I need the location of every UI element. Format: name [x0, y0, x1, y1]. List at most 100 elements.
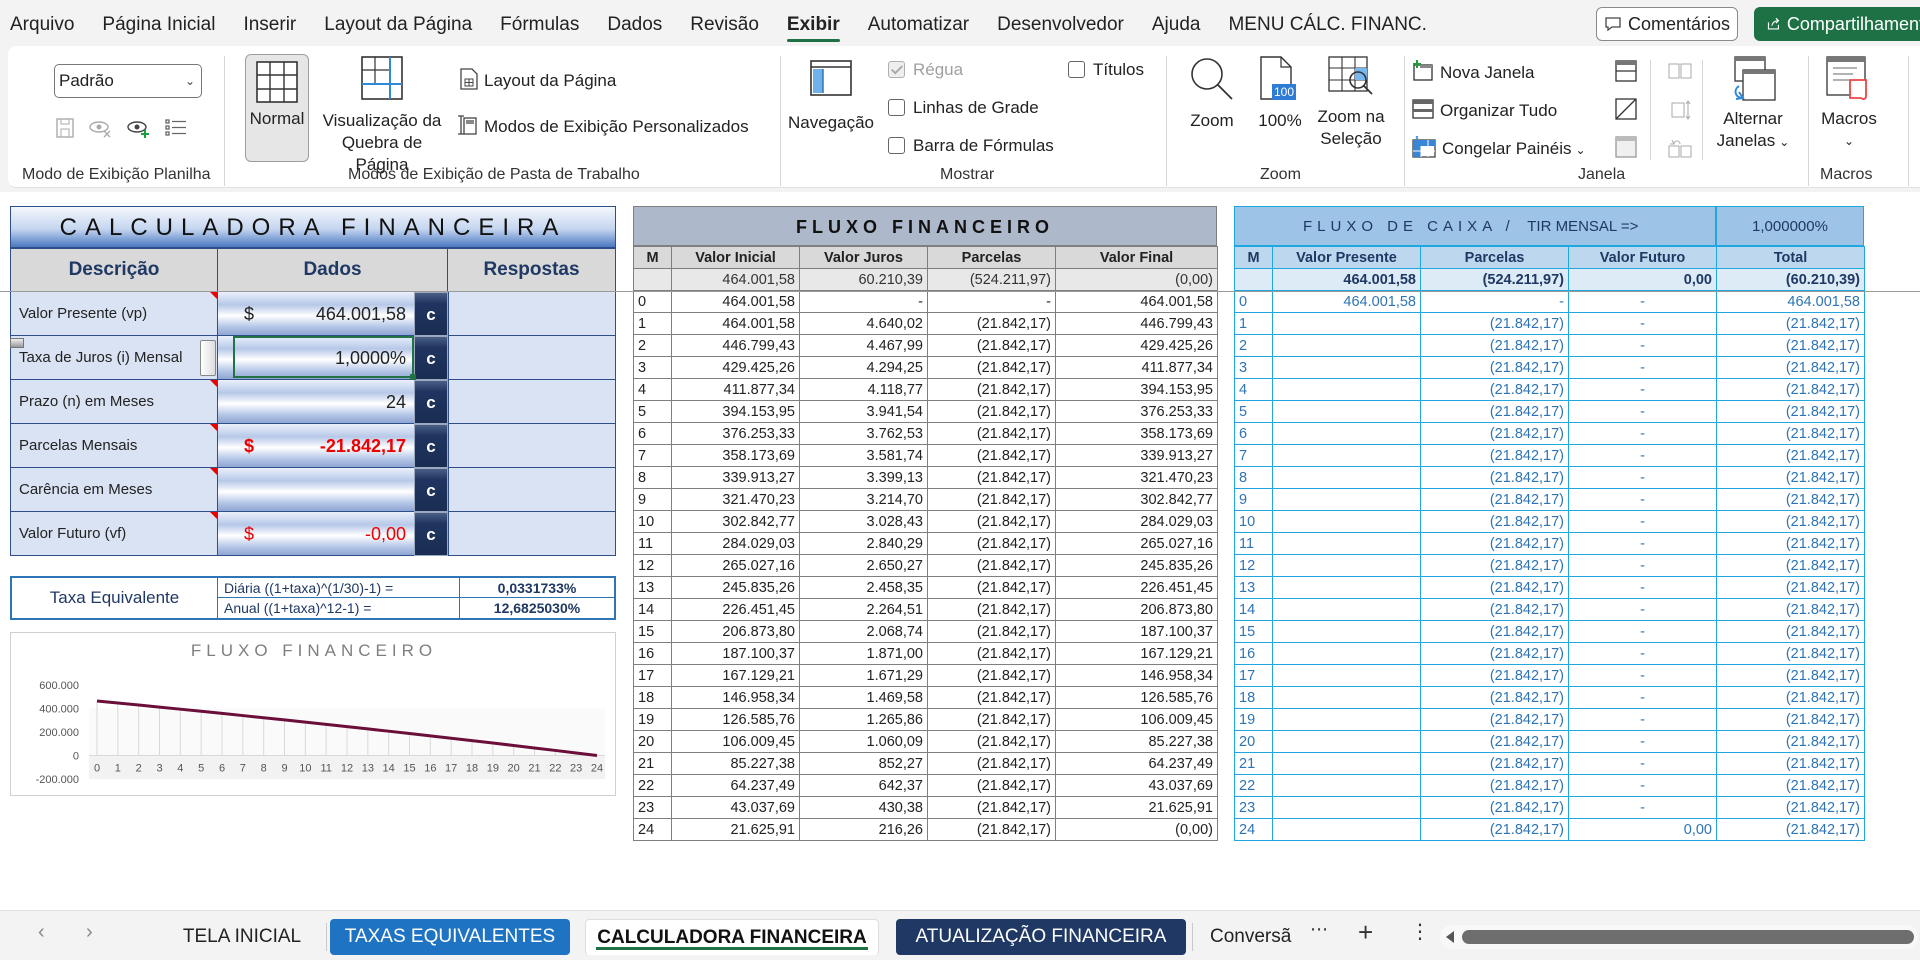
- table-cell[interactable]: 12: [1234, 554, 1273, 577]
- answer-cell[interactable]: [448, 292, 616, 336]
- table-cell[interactable]: 1: [1234, 312, 1273, 335]
- table-cell[interactable]: (21.842,17): [927, 730, 1056, 753]
- table-cell[interactable]: 22: [1234, 774, 1273, 797]
- table-cell[interactable]: 245.835,26: [671, 576, 800, 599]
- table-cell[interactable]: (21.842,17): [927, 488, 1056, 511]
- table-cell[interactable]: (21.842,17): [1420, 488, 1569, 511]
- table-cell[interactable]: [1272, 510, 1421, 533]
- table-cell[interactable]: (21.842,17): [927, 576, 1056, 599]
- table-cell[interactable]: [1272, 642, 1421, 665]
- table-cell[interactable]: 11: [1234, 532, 1273, 555]
- table-cell[interactable]: 0: [633, 290, 672, 313]
- table-cell[interactable]: 167.129,21: [671, 664, 800, 687]
- table-cell[interactable]: 2.068,74: [799, 620, 928, 643]
- zoom-selection-button[interactable]: Zoom na Seleção: [1310, 56, 1392, 150]
- menu-exibir[interactable]: Exibir: [773, 0, 854, 48]
- table-cell[interactable]: 15: [633, 620, 672, 643]
- table-cell[interactable]: 4: [633, 378, 672, 401]
- table-cell[interactable]: 167.129,21: [1055, 642, 1218, 665]
- table-cell[interactable]: [1272, 444, 1421, 467]
- answer-cell[interactable]: [448, 336, 616, 380]
- table-cell[interactable]: (21.842,17): [927, 796, 1056, 819]
- split-icon[interactable]: [1614, 60, 1638, 82]
- table-cell[interactable]: (21.842,17): [1420, 510, 1569, 533]
- table-cell[interactable]: 13: [1234, 576, 1273, 599]
- menu-dados[interactable]: Dados: [593, 0, 676, 48]
- table-cell[interactable]: (21.842,17): [1716, 488, 1865, 511]
- table-cell[interactable]: 43.037,69: [671, 796, 800, 819]
- horizontal-scrollbar[interactable]: [1440, 925, 1918, 949]
- calc-row-input[interactable]: [218, 468, 414, 512]
- table-cell[interactable]: 284.029,03: [1055, 510, 1218, 533]
- menu-formulas[interactable]: Fórmulas: [486, 0, 593, 48]
- table-cell[interactable]: -: [1568, 400, 1717, 423]
- menu-inserir[interactable]: Inserir: [229, 0, 310, 48]
- table-cell[interactable]: -: [1568, 334, 1717, 357]
- table-cell[interactable]: -: [1568, 686, 1717, 709]
- table-cell[interactable]: 126.585,76: [1055, 686, 1218, 709]
- column-header[interactable]: Parcelas: [1420, 246, 1569, 269]
- table-cell[interactable]: (21.842,17): [1716, 378, 1865, 401]
- table-cell[interactable]: (21.842,17): [927, 400, 1056, 423]
- table-cell[interactable]: 226.451,45: [671, 598, 800, 621]
- table-cell[interactable]: (21.842,17): [1716, 598, 1865, 621]
- table-cell[interactable]: 321.470,23: [671, 488, 800, 511]
- table-cell[interactable]: 446.799,43: [1055, 312, 1218, 335]
- table-cell[interactable]: [1272, 730, 1421, 753]
- table-cell[interactable]: (21.842,17): [927, 466, 1056, 489]
- table-cell[interactable]: [1272, 400, 1421, 423]
- table-cell[interactable]: (21.842,17): [1716, 818, 1865, 841]
- calculate-button[interactable]: c: [414, 336, 448, 380]
- table-cell[interactable]: (524.211,97): [927, 268, 1056, 291]
- table-cell[interactable]: 187.100,37: [1055, 620, 1218, 643]
- table-cell[interactable]: (21.842,17): [1420, 532, 1569, 555]
- table-cell[interactable]: (21.842,17): [927, 598, 1056, 621]
- table-cell[interactable]: 3: [1234, 356, 1273, 379]
- answer-cell[interactable]: [448, 468, 616, 512]
- table-cell[interactable]: (21.842,17): [1420, 730, 1569, 753]
- table-cell[interactable]: 16: [633, 642, 672, 665]
- selected-cell[interactable]: [233, 336, 414, 378]
- save-view-icon[interactable]: [54, 116, 78, 140]
- table-cell[interactable]: 15: [1234, 620, 1273, 643]
- table-cell[interactable]: (21.842,17): [1420, 422, 1569, 445]
- navigation-button[interactable]: Navegação: [786, 60, 876, 134]
- table-cell[interactable]: -: [1568, 378, 1717, 401]
- calculate-button[interactable]: c: [414, 380, 448, 424]
- table-cell[interactable]: 206.873,80: [1055, 598, 1218, 621]
- fluxo-chart[interactable]: 600.000 400.000 200.000 0 -200.000 0 1 2 3 4 5 6 7 8 9…: [10, 632, 616, 796]
- table-cell[interactable]: 3.581,74: [799, 444, 928, 467]
- table-cell[interactable]: 464.001,58: [671, 268, 800, 291]
- gridlines-checkbox[interactable]: Linhas de Grade: [888, 98, 1039, 118]
- formula-bar-checkbox[interactable]: Barra de Fórmulas: [888, 136, 1054, 156]
- table-cell[interactable]: -: [1420, 290, 1569, 313]
- table-cell[interactable]: 3.941,54: [799, 400, 928, 423]
- table-cell[interactable]: 23: [1234, 796, 1273, 819]
- menu-ajuda[interactable]: Ajuda: [1138, 0, 1215, 48]
- table-cell[interactable]: (21.842,17): [927, 752, 1056, 775]
- table-cell[interactable]: 1.265,86: [799, 708, 928, 731]
- table-cell[interactable]: 187.100,37: [671, 642, 800, 665]
- table-cell[interactable]: -: [1568, 422, 1717, 445]
- table-cell[interactable]: (21.842,17): [1420, 576, 1569, 599]
- table-cell[interactable]: (21.842,17): [1716, 532, 1865, 555]
- table-cell[interactable]: 446.799,43: [671, 334, 800, 357]
- table-cell[interactable]: [1272, 312, 1421, 335]
- table-cell[interactable]: (0,00): [1055, 268, 1218, 291]
- table-cell[interactable]: [1272, 818, 1421, 841]
- calc-row-input[interactable]: $464.001,58: [218, 292, 414, 336]
- table-cell[interactable]: 3: [633, 356, 672, 379]
- table-cell[interactable]: 12: [633, 554, 672, 577]
- table-cell[interactable]: (21.842,17): [1420, 642, 1569, 665]
- calc-row-input[interactable]: 24: [218, 380, 414, 424]
- column-header[interactable]: Valor Futuro: [1568, 246, 1717, 269]
- table-cell[interactable]: [1272, 488, 1421, 511]
- table-cell[interactable]: (21.842,17): [1420, 708, 1569, 731]
- column-header[interactable]: Valor Inicial: [671, 246, 800, 269]
- normal-view-button[interactable]: Normal: [245, 54, 309, 162]
- table-cell[interactable]: 9: [633, 488, 672, 511]
- table-cell[interactable]: (21.842,17): [1420, 312, 1569, 335]
- table-cell[interactable]: (21.842,17): [1420, 686, 1569, 709]
- table-cell[interactable]: (21.842,17): [1420, 378, 1569, 401]
- tab-conversao[interactable]: Conversã: [1210, 919, 1296, 955]
